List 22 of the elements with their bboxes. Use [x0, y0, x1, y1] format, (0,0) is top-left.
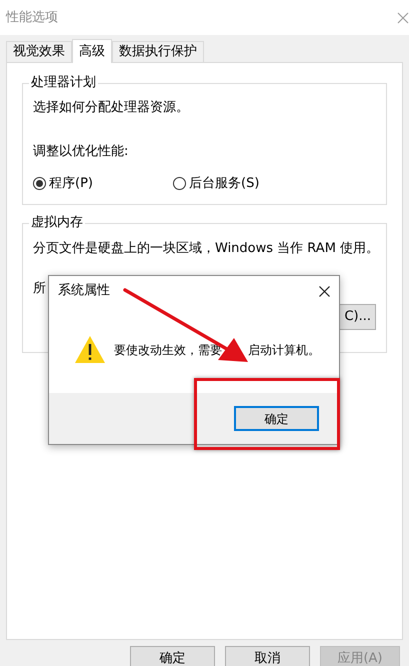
ok-button[interactable]: 确定: [234, 406, 319, 431]
dialog-button[interactable]: 确定: [130, 646, 215, 666]
tab[interactable]: 高级: [72, 39, 112, 63]
description-text: 分页文件是硬盘上的一块区域，Windows 当作 RAM 使用。: [33, 240, 376, 258]
tab[interactable]: 数据执行保护: [112, 41, 204, 62]
window-title: 性能选项: [6, 8, 58, 27]
group-title: 虚拟内存: [29, 215, 85, 231]
warning-icon: [74, 335, 106, 364]
label-text: 所: [33, 280, 46, 298]
radio-button[interactable]: [173, 177, 186, 190]
prompt-text: 调整以优化性能:: [33, 142, 130, 160]
radio-button[interactable]: [33, 177, 46, 190]
message-text: 启动计算机。: [248, 342, 320, 358]
radio-option[interactable]: 后台服务(S): [173, 174, 260, 194]
description-text: 选择如何分配处理器资源。: [33, 99, 190, 117]
dialog-button[interactable]: 取消: [225, 646, 310, 666]
radio-option[interactable]: 程序(P): [33, 174, 173, 194]
message-text: 要使改动生效，需要: [114, 342, 222, 358]
tab[interactable]: 视觉效果: [6, 41, 72, 62]
dialog-title: 系统属性: [58, 282, 110, 300]
group-title: 处理器计划: [29, 75, 98, 91]
close-icon[interactable]: [319, 286, 330, 296]
